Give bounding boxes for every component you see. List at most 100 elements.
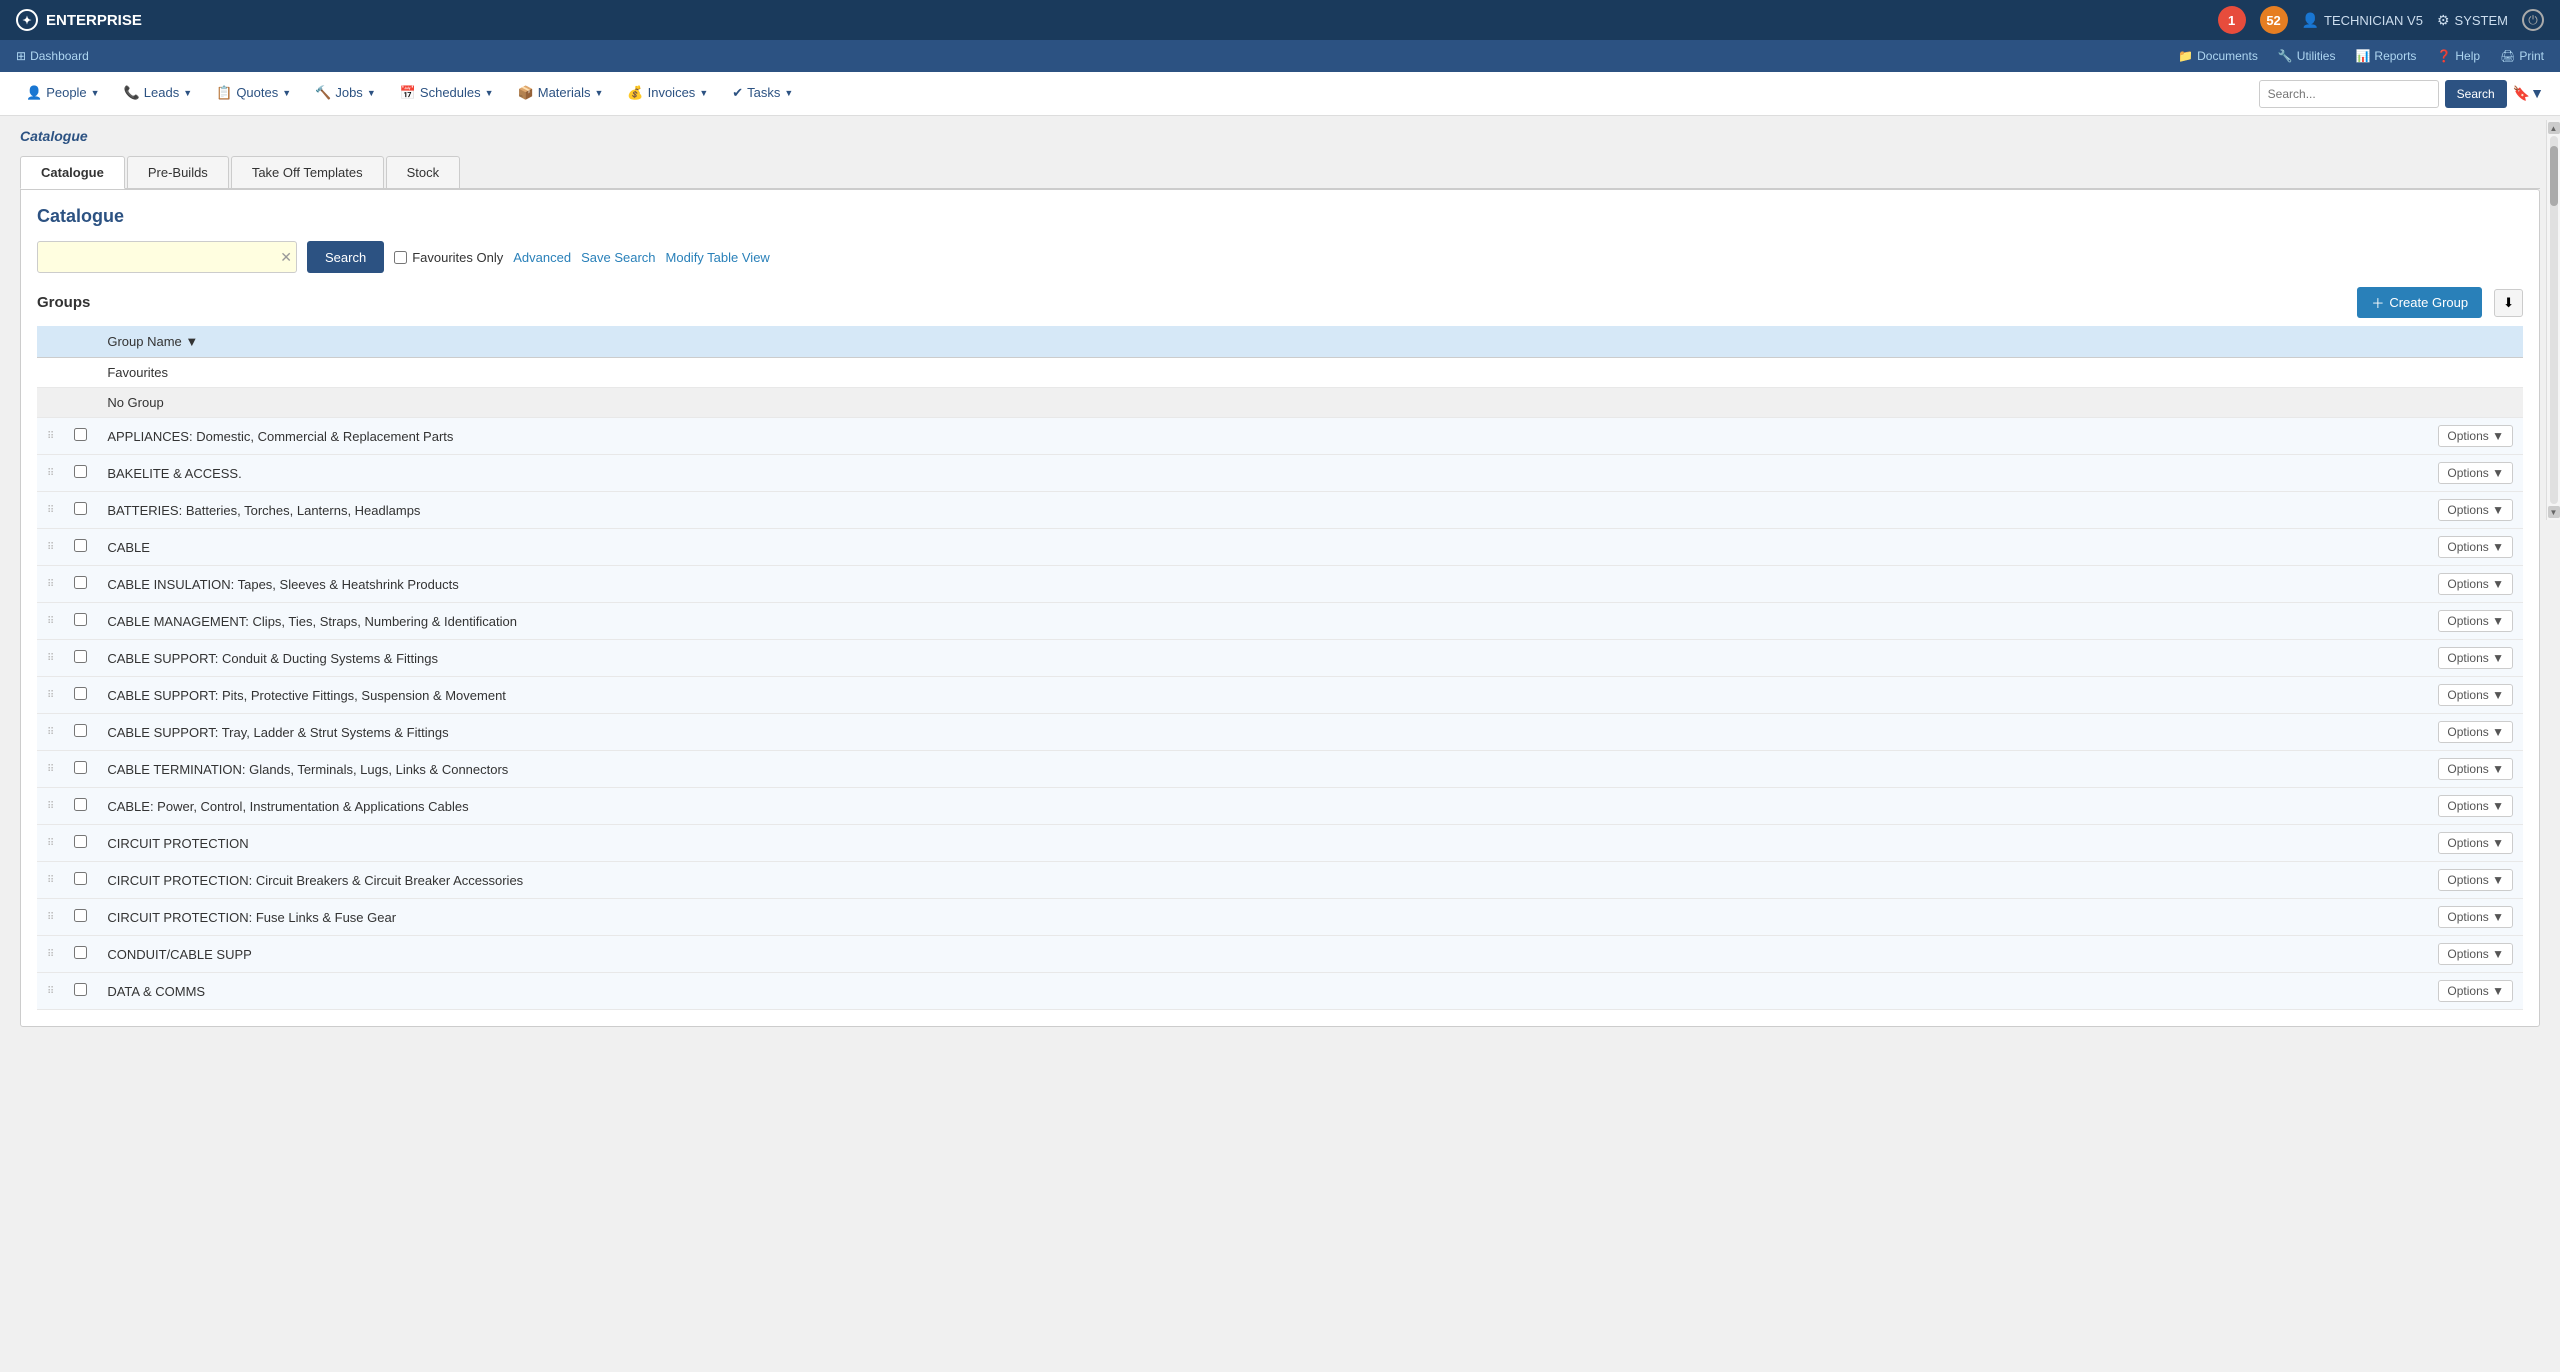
row-checkbox[interactable] [74, 502, 87, 515]
table-row[interactable]: ⠿ CIRCUIT PROTECTION Options ▼ [37, 825, 2523, 862]
table-row[interactable]: ⠿ CABLE SUPPORT: Tray, Ladder & Strut Sy… [37, 714, 2523, 751]
row-checkbox[interactable] [74, 872, 87, 885]
options-button[interactable]: Options ▼ [2438, 462, 2513, 484]
row-checkbox[interactable] [74, 798, 87, 811]
row-checkbox[interactable] [74, 539, 87, 552]
tab-stock[interactable]: Stock [386, 156, 461, 188]
advanced-link[interactable]: Advanced [513, 250, 571, 265]
utilities-link[interactable]: 🔧 Utilities [2278, 49, 2336, 63]
create-group-button[interactable]: ＋ Create Group [2357, 287, 2482, 318]
table-row[interactable]: ⠿ CABLE: Power, Control, Instrumentation… [37, 788, 2523, 825]
tab-take-off-templates[interactable]: Take Off Templates [231, 156, 384, 188]
nav-leads[interactable]: 📞 Leads ▼ [114, 72, 203, 116]
options-button[interactable]: Options ▼ [2438, 943, 2513, 965]
table-row[interactable]: ⠿ CABLE INSULATION: Tapes, Sleeves & Hea… [37, 566, 2523, 603]
search-clear-icon[interactable]: ✕ [280, 249, 292, 266]
options-button[interactable]: Options ▼ [2438, 499, 2513, 521]
modify-table-link[interactable]: Modify Table View [666, 250, 770, 265]
row-checkbox-cell[interactable] [64, 529, 97, 566]
nav-materials[interactable]: 📦 Materials ▼ [508, 72, 614, 116]
options-button[interactable]: Options ▼ [2438, 647, 2513, 669]
notification-badge[interactable]: 1 [2218, 6, 2246, 34]
table-row[interactable]: ⠿ BATTERIES: Batteries, Torches, Lantern… [37, 492, 2523, 529]
row-checkbox[interactable] [74, 428, 87, 441]
tab-pre-builds[interactable]: Pre-Builds [127, 156, 229, 188]
options-button[interactable]: Options ▼ [2438, 795, 2513, 817]
scroll-up-arrow[interactable]: ▲ [2548, 122, 2560, 134]
table-row[interactable]: ⠿ CABLE TERMINATION: Glands, Terminals, … [37, 751, 2523, 788]
options-button[interactable]: Options ▼ [2438, 610, 2513, 632]
scroll-thumb[interactable] [2550, 146, 2558, 206]
favourites-checkbox[interactable] [394, 251, 407, 264]
table-row[interactable]: Favourites [37, 358, 2523, 388]
documents-link[interactable]: 📁 Documents [2178, 49, 2258, 63]
row-checkbox-cell[interactable] [64, 492, 97, 529]
table-row[interactable]: ⠿ CABLE Options ▼ [37, 529, 2523, 566]
row-checkbox-cell[interactable] [64, 899, 97, 936]
row-checkbox[interactable] [74, 650, 87, 663]
message-badge[interactable]: 52 [2260, 6, 2288, 34]
row-checkbox-cell[interactable] [64, 862, 97, 899]
row-checkbox-cell[interactable] [64, 973, 97, 1010]
row-checkbox[interactable] [74, 687, 87, 700]
help-link[interactable]: ❓ Help [2436, 49, 2480, 63]
row-checkbox-cell[interactable] [64, 418, 97, 455]
bookmark-button[interactable]: 🔖▼ [2513, 85, 2544, 102]
options-button[interactable]: Options ▼ [2438, 758, 2513, 780]
tab-catalogue[interactable]: Catalogue [20, 156, 125, 189]
download-button[interactable]: ⬇ [2494, 289, 2523, 317]
nav-schedules[interactable]: 📅 Schedules ▼ [390, 72, 504, 116]
table-row[interactable]: ⠿ CONDUIT/CABLE SUPP Options ▼ [37, 936, 2523, 973]
row-checkbox[interactable] [74, 465, 87, 478]
row-checkbox-cell[interactable] [64, 455, 97, 492]
nav-search-button[interactable]: Search [2445, 80, 2507, 108]
row-checkbox-cell[interactable] [64, 714, 97, 751]
user-menu[interactable]: 👤 TECHNICIAN V5 [2302, 12, 2423, 29]
row-checkbox-cell[interactable] [64, 677, 97, 714]
catalogue-search-button[interactable]: Search [307, 241, 384, 273]
save-search-link[interactable]: Save Search [581, 250, 655, 265]
nav-jobs[interactable]: 🔨 Jobs ▼ [305, 72, 386, 116]
row-checkbox-cell[interactable] [64, 566, 97, 603]
row-checkbox-cell[interactable] [64, 788, 97, 825]
row-checkbox[interactable] [74, 613, 87, 626]
scroll-track[interactable] [2550, 136, 2558, 504]
system-menu[interactable]: ⚙ SYSTEM [2437, 12, 2508, 29]
scroll-down-arrow[interactable]: ▼ [2548, 506, 2560, 518]
row-checkbox[interactable] [74, 576, 87, 589]
nav-tasks[interactable]: ✔ Tasks ▼ [722, 72, 803, 116]
nav-invoices[interactable]: 💰 Invoices ▼ [617, 72, 718, 116]
row-checkbox-cell[interactable] [64, 751, 97, 788]
table-row[interactable]: ⠿ DATA & COMMS Options ▼ [37, 973, 2523, 1010]
reports-link[interactable]: 📊 Reports [2355, 49, 2416, 63]
row-checkbox-cell[interactable] [64, 825, 97, 862]
options-button[interactable]: Options ▼ [2438, 906, 2513, 928]
table-row[interactable]: No Group [37, 388, 2523, 418]
table-row[interactable]: ⠿ CABLE MANAGEMENT: Clips, Ties, Straps,… [37, 603, 2523, 640]
row-checkbox[interactable] [74, 724, 87, 737]
table-row[interactable]: ⠿ CIRCUIT PROTECTION: Fuse Links & Fuse … [37, 899, 2523, 936]
options-button[interactable]: Options ▼ [2438, 832, 2513, 854]
options-button[interactable]: Options ▼ [2438, 425, 2513, 447]
table-row[interactable]: ⠿ CIRCUIT PROTECTION: Circuit Breakers &… [37, 862, 2523, 899]
row-checkbox-cell[interactable] [64, 640, 97, 677]
nav-quotes[interactable]: 📋 Quotes ▼ [206, 72, 301, 116]
nav-search-input[interactable] [2259, 80, 2439, 108]
catalogue-search-input[interactable] [42, 250, 280, 265]
print-link[interactable]: 🖨 Print [2500, 49, 2544, 63]
options-button[interactable]: Options ▼ [2438, 536, 2513, 558]
table-row[interactable]: ⠿ BAKELITE & ACCESS. Options ▼ [37, 455, 2523, 492]
nav-people[interactable]: 👤 People ▼ [16, 72, 110, 116]
row-checkbox[interactable] [74, 761, 87, 774]
table-row[interactable]: ⠿ CABLE SUPPORT: Conduit & Ducting Syste… [37, 640, 2523, 677]
col-group-name[interactable]: Group Name ▼ [97, 326, 2403, 358]
row-checkbox-cell[interactable] [64, 603, 97, 640]
dashboard-link[interactable]: ⊞ Dashboard [16, 49, 89, 63]
table-row[interactable]: ⠿ APPLIANCES: Domestic, Commercial & Rep… [37, 418, 2523, 455]
row-checkbox-cell[interactable] [64, 936, 97, 973]
power-button[interactable]: ⏻ [2522, 9, 2544, 31]
row-checkbox[interactable] [74, 909, 87, 922]
options-button[interactable]: Options ▼ [2438, 684, 2513, 706]
options-button[interactable]: Options ▼ [2438, 869, 2513, 891]
row-checkbox[interactable] [74, 946, 87, 959]
